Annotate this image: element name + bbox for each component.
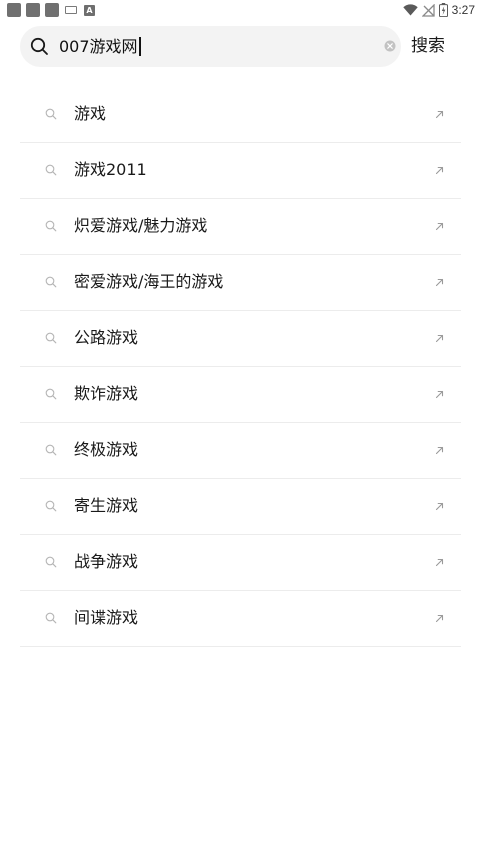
fill-arrow-icon[interactable] [435,558,444,567]
suggestion-item[interactable]: 炽爱游戏/魅力游戏 [20,199,461,255]
suggestion-label: 战争游戏 [74,552,139,571]
suggestion-label: 炽爱游戏/魅力游戏 [74,216,208,235]
search-icon [45,556,57,568]
suggestion-label: 公路游戏 [74,328,139,347]
suggestion-item[interactable]: 密爱游戏/海王的游戏 [20,255,461,311]
search-icon [45,388,57,400]
app-notification-icon [26,3,40,17]
battery-icon [438,3,448,17]
input-method-icon: A [84,4,95,16]
no-signal-icon [421,3,435,17]
search-icon [45,164,57,176]
search-button[interactable]: 搜索 [411,35,445,57]
suggestion-label: 间谍游戏 [74,608,139,627]
search-icon [30,37,48,55]
suggestion-item[interactable]: 公路游戏 [20,311,461,367]
search-icon [45,332,57,344]
suggestion-label: 游戏 [74,104,107,123]
search-icon [45,444,57,456]
clear-icon[interactable] [384,40,396,52]
app-notification-icon [7,3,21,17]
search-icon [45,220,57,232]
app-notification-icon [45,3,59,17]
search-input[interactable]: 007游戏网 [59,36,141,57]
search-icon [45,612,57,624]
fill-arrow-icon[interactable] [435,390,444,399]
fill-arrow-icon[interactable] [435,278,444,287]
suggestion-label: 终极游戏 [74,440,139,459]
suggestion-item[interactable]: 欺诈游戏 [20,367,461,423]
status-bar: A 3:27 [0,0,481,20]
wifi-icon [402,4,418,16]
status-bar-notifications: A [7,3,95,17]
keyboard-icon [65,6,77,14]
search-icon [45,276,57,288]
suggestion-item[interactable]: 终极游戏 [20,423,461,479]
status-bar-system: 3:27 [402,2,475,18]
search-box[interactable]: 007游戏网 [20,26,401,67]
fill-arrow-icon[interactable] [435,334,444,343]
suggestion-label: 欺诈游戏 [74,384,139,403]
fill-arrow-icon[interactable] [435,222,444,231]
suggestion-list: 游戏 游戏2011 炽爱游戏/魅力游戏 密爱游戏/海王的游戏 公路游戏 欺诈游戏… [20,87,461,647]
fill-arrow-icon[interactable] [435,614,444,623]
suggestion-item[interactable]: 游戏 [20,87,461,143]
search-bar: 007游戏网 搜索 [0,26,481,67]
suggestion-item[interactable]: 战争游戏 [20,535,461,591]
suggestion-label: 密爱游戏/海王的游戏 [74,272,224,291]
search-icon [45,108,57,120]
search-icon [45,500,57,512]
fill-arrow-icon[interactable] [435,166,444,175]
search-query-text: 007游戏网 [59,37,138,56]
suggestion-label: 寄生游戏 [74,496,139,515]
suggestion-item[interactable]: 间谍游戏 [20,591,461,647]
suggestion-item[interactable]: 游戏2011 [20,143,461,199]
status-time: 3:27 [451,3,475,17]
suggestion-label: 游戏2011 [74,160,147,179]
fill-arrow-icon[interactable] [435,502,444,511]
text-cursor [138,37,141,56]
suggestion-item[interactable]: 寄生游戏 [20,479,461,535]
fill-arrow-icon[interactable] [435,446,444,455]
fill-arrow-icon[interactable] [435,110,444,119]
